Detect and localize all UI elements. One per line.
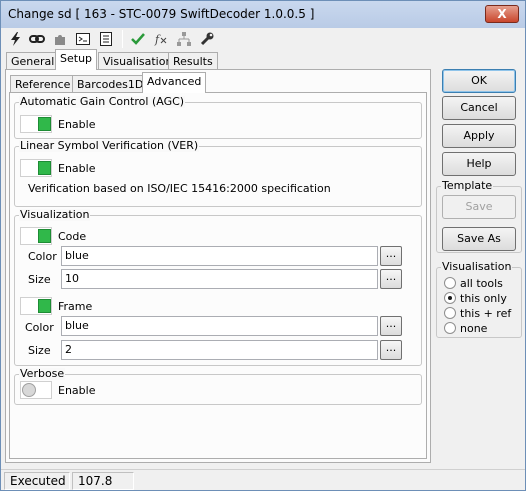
agc-enable-label: Enable bbox=[58, 118, 96, 131]
frame-color-browse-button[interactable]: ... bbox=[380, 316, 402, 336]
help-button[interactable]: Help bbox=[442, 152, 516, 176]
code-size-browse-button[interactable]: ... bbox=[380, 269, 402, 289]
radio-this-plus-ref[interactable] bbox=[444, 307, 456, 319]
close-button[interactable]: X bbox=[485, 5, 519, 23]
agc-enable-toggle[interactable] bbox=[20, 115, 52, 133]
status-bar: Executed 107.8 ms bbox=[1, 469, 525, 490]
radio-none-label: none bbox=[460, 322, 488, 335]
radio-this-plus-ref-label: this + ref bbox=[460, 307, 512, 320]
status-time: 107.8 ms bbox=[72, 472, 134, 490]
code-color-field[interactable]: blue bbox=[61, 246, 378, 266]
visualization-legend: Visualization bbox=[19, 208, 91, 221]
radio-all-tools[interactable] bbox=[444, 277, 456, 289]
frame-size-label: Size bbox=[28, 344, 51, 357]
ver-note: Verification based on ISO/IEC 15416:2000… bbox=[28, 182, 331, 195]
status-state: Executed bbox=[4, 472, 70, 490]
ver-enable-toggle[interactable] bbox=[20, 159, 52, 177]
tab-general[interactable]: General bbox=[6, 52, 60, 70]
template-legend: Template bbox=[441, 179, 494, 192]
function-icon[interactable]: f bbox=[152, 30, 170, 48]
verbose-enable-label: Enable bbox=[58, 384, 96, 397]
code-color-label: Color bbox=[28, 250, 57, 263]
agc-legend: Automatic Gain Control (AGC) bbox=[19, 95, 186, 108]
toolbar: f bbox=[1, 28, 525, 50]
frame-toggle[interactable] bbox=[20, 297, 52, 315]
tab-results[interactable]: Results bbox=[168, 52, 218, 70]
template-save-as-button[interactable]: Save As bbox=[442, 227, 516, 251]
subtab-advanced[interactable]: Advanced bbox=[142, 72, 207, 93]
radio-this-only-label: this only bbox=[460, 292, 507, 305]
ver-enable-label: Enable bbox=[58, 162, 96, 175]
dialog-window: Change sd [ 163 - STC-0079 SwiftDecoder … bbox=[0, 0, 526, 491]
radio-none[interactable] bbox=[444, 322, 456, 334]
plugin-icon[interactable] bbox=[51, 30, 69, 48]
ver-group: Linear Symbol Verification (VER) bbox=[14, 140, 422, 207]
console-icon[interactable] bbox=[74, 30, 92, 48]
toolbar-separator bbox=[122, 30, 123, 48]
frame-label: Frame bbox=[58, 300, 93, 313]
lightning-icon[interactable] bbox=[7, 30, 25, 48]
frame-color-label: Color bbox=[25, 321, 54, 334]
code-size-field[interactable]: 10 bbox=[61, 269, 378, 289]
visualisation-options-legend: Visualisation bbox=[441, 260, 513, 273]
ok-button[interactable]: OK bbox=[442, 69, 516, 93]
verbose-enable-toggle[interactable] bbox=[20, 381, 52, 399]
subtab-barcodes1d[interactable]: Barcodes1D bbox=[72, 75, 149, 93]
frame-size-field[interactable]: 2 bbox=[61, 340, 378, 360]
window-title: Change sd [ 163 - STC-0079 SwiftDecoder … bbox=[8, 7, 315, 21]
apply-button[interactable]: Apply bbox=[442, 124, 516, 148]
code-color-browse-button[interactable]: ... bbox=[380, 246, 402, 266]
tab-setup[interactable]: Setup bbox=[55, 49, 98, 70]
ver-legend: Linear Symbol Verification (VER) bbox=[19, 139, 200, 152]
verbose-legend: Verbose bbox=[19, 367, 66, 380]
frame-color-field[interactable]: blue bbox=[61, 316, 378, 336]
frame-size-browse-button[interactable]: ... bbox=[380, 340, 402, 360]
document-icon[interactable] bbox=[97, 30, 115, 48]
hierarchy-icon[interactable] bbox=[175, 30, 193, 48]
subtab-reference[interactable]: Reference bbox=[10, 75, 76, 93]
code-toggle[interactable] bbox=[20, 227, 52, 245]
tab-visualisation[interactable]: Visualisation bbox=[98, 52, 178, 70]
radio-all-tools-label: all tools bbox=[460, 277, 503, 290]
svg-text:f: f bbox=[154, 33, 161, 46]
wrench-icon[interactable] bbox=[198, 30, 216, 48]
link-icon[interactable] bbox=[28, 30, 46, 48]
cancel-button[interactable]: Cancel bbox=[442, 96, 516, 120]
radio-this-only[interactable] bbox=[444, 292, 456, 304]
code-size-label: Size bbox=[28, 273, 51, 286]
code-label: Code bbox=[58, 230, 87, 243]
template-save-button[interactable]: Save bbox=[442, 195, 516, 219]
check-icon[interactable] bbox=[129, 30, 147, 48]
title-bar[interactable]: Change sd [ 163 - STC-0079 SwiftDecoder … bbox=[1, 1, 525, 28]
